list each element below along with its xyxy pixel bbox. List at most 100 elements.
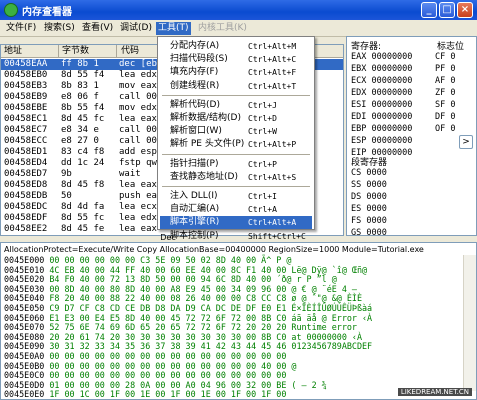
flag-value[interactable]: CF 0 <box>435 51 455 63</box>
flag-value[interactable]: PF 0 <box>435 63 455 75</box>
hex-scrollbar[interactable] <box>463 255 476 391</box>
disasm-code: fstp qw <box>119 158 157 168</box>
memory-viewer-window: 内存查看器 _ □ × 文件(F) 搜索(S) 查看(V) 调试(D) 工具(T… <box>0 0 477 400</box>
registers-pane: 寄存器: 标志位 EAX 00000000 EBX 00000000 ECX 000… <box>346 36 477 236</box>
hex-row[interactable]: 0045E0E0 1F 00 1C 00 1F 00 1E 00 1F 00 1… <box>4 389 286 400</box>
hex-address: 0045E060 <box>4 312 45 323</box>
register-value[interactable]: EBP 00000000 <box>351 123 412 135</box>
disasm-address: 00458EDB <box>4 191 48 201</box>
menu-item-shortcut: Ctrl+Alt+F <box>248 68 297 78</box>
tools-menu-item[interactable]: 分配内存(A) Ctrl+Alt+M <box>160 40 312 53</box>
tools-menu-item[interactable]: 指针扫描(P) Ctrl+P <box>160 158 312 171</box>
disasm-address: 00458EE2 <box>4 224 48 234</box>
hex-bytes: 00 00 00 00 00 00 C3 5E 09 50 02 8D 40 0… <box>49 255 257 265</box>
disasm-bytes: e8 27 0 <box>61 136 99 146</box>
disasm-address: 00458EAA <box>4 59 48 69</box>
menu-tools[interactable]: 工具(T) <box>156 22 191 35</box>
hex-address: 0045E0E0 <box>4 389 45 400</box>
expand-registers-button[interactable]: > <box>459 135 473 149</box>
disasm-address: 00458EBE <box>4 103 48 113</box>
minimize-button[interactable]: _ <box>421 2 437 18</box>
tools-menu-item[interactable]: 脚本控制(P) Shift+Ctrl+C <box>160 230 312 243</box>
column-address[interactable]: 地址 <box>1 45 59 57</box>
tools-menu-item[interactable]: 扫描代码段(S) Ctrl+Alt+C <box>160 53 312 66</box>
disasm-code: add esp <box>119 147 157 157</box>
memory-region-info: AllocationProtect=Execute/Write Copy All… <box>4 245 424 254</box>
disasm-code: lea eax <box>119 180 157 190</box>
hex-ascii: Ã^ P @ <box>261 255 292 265</box>
hex-bytes: 00 00 00 00 00 00 00 00 00 00 00 00 00 0… <box>49 351 287 361</box>
flag-value[interactable]: DF 0 <box>435 111 455 123</box>
menu-file[interactable]: 文件(F) <box>4 22 38 35</box>
tools-menu-item[interactable]: 填充内存(F) Ctrl+Alt+F <box>160 66 312 79</box>
tools-menu-item[interactable]: 查找静态地址(D) Ctrl+Alt+S <box>160 171 312 184</box>
flag-value[interactable]: OF 0 <box>435 123 455 135</box>
hex-address: 0045E0B0 <box>4 360 45 371</box>
disasm-code: mov eax <box>119 81 157 91</box>
register-value[interactable]: ESP 00000000 <box>351 135 412 147</box>
menu-item-shortcut: Ctrl+P <box>248 159 277 169</box>
disasm-code: dec [ebx <box>119 59 163 69</box>
menu-item-label: 扫描代码段(S) <box>170 54 228 65</box>
tools-menu-item[interactable]: 创建线程(R) Ctrl+Alt+T <box>160 80 312 93</box>
register-value[interactable]: ECX 00000000 <box>351 75 412 87</box>
column-bytes[interactable]: 字节数 <box>59 45 117 57</box>
register-value[interactable]: EBX 00000000 <box>351 63 412 75</box>
disasm-bytes: 9b <box>61 169 72 179</box>
disasm-address: 00458EDF <box>4 213 48 223</box>
hex-ascii: ( – 2 ¾ <box>291 379 327 390</box>
register-value[interactable]: EAX 00000000 <box>351 51 412 63</box>
title-bar[interactable]: 内存查看器 _ □ × <box>0 0 477 20</box>
disasm-code: mov edx <box>119 103 157 113</box>
menu-item-shortcut: Ctrl+W <box>248 127 277 137</box>
disasm-bytes: 8d 45 fc <box>61 114 105 124</box>
menu-debug[interactable]: 调试(D) <box>118 22 154 35</box>
segment-register-value[interactable]: FS 0000 <box>351 215 387 227</box>
disasm-bytes: 50 <box>61 191 72 201</box>
flag-value[interactable]: AF 0 <box>435 75 455 87</box>
menu-item-label: 分配内存(A) <box>170 41 220 51</box>
disasm-code: lea edx <box>119 213 157 223</box>
tools-menu-item[interactable]: 解析数据/结构(D) Ctrl+D <box>160 112 312 125</box>
close-button[interactable]: × <box>457 2 473 18</box>
tools-menu-item[interactable]: 解析 PE 头文件(P) Ctrl+Alt+P <box>160 138 312 151</box>
menu-search[interactable]: 搜索(S) <box>42 22 77 35</box>
tools-menu-item[interactable]: 注入 DLL(I) Ctrl+I <box>160 190 312 203</box>
watermark-logo: LIKEDREAM.NET.CN <box>397 388 472 396</box>
disasm-code: call 00 <box>119 125 157 135</box>
disasm-code: lea edx <box>119 70 157 80</box>
tools-menu-item[interactable]: 自动汇编(A) Ctrl+A <box>160 203 312 216</box>
app-icon <box>4 3 18 17</box>
hex-address: 0045E040 <box>4 293 45 304</box>
hex-ascii: @ <box>291 360 297 371</box>
flag-value[interactable]: ZF 0 <box>435 87 455 99</box>
tools-menu-item[interactable]: 解析窗口(W) Ctrl+W <box>160 125 312 138</box>
hex-ascii: ø @ ˆ"@ &@ ÈÌÈ <box>291 293 363 304</box>
menu-view[interactable]: 查看(V) <box>80 22 115 35</box>
segment-register-value[interactable]: GS 0000 <box>351 227 387 235</box>
hex-ascii: É×ÏÈÍÎÛØÚÙÊÜÞßàá <box>291 303 373 313</box>
flag-value[interactable]: SF 0 <box>435 99 455 111</box>
menu-item-label: 解析数据/结构(D) <box>170 113 241 123</box>
hex-view-pane[interactable]: AllocationProtect=Execute/Write Copy All… <box>0 242 477 400</box>
menu-item-shortcut: Ctrl+A <box>248 205 277 215</box>
disasm-bytes: 8d 55 f4 <box>61 70 105 80</box>
disasm-address: 00458EC1 <box>4 114 48 124</box>
segment-register-value[interactable]: ES 0000 <box>351 203 387 215</box>
register-value[interactable]: ESI 00000000 <box>351 99 412 111</box>
tools-menu-item[interactable]: 脚本引擎(R) Ctrl+Alt+A <box>160 216 312 230</box>
hex-bytes: 4C EB 40 00 44 FF 40 00 60 EE 40 00 8C F… <box>49 264 287 275</box>
segment-register-value[interactable]: SS 0000 <box>351 179 387 191</box>
tools-menu-item[interactable]: 解析代码(D) Ctrl+J <box>160 99 312 112</box>
register-value[interactable]: EDX 00000000 <box>351 87 412 99</box>
hex-bytes: C9 D7 CF C8 CD CE DB D8 DA D9 CA DC DE D… <box>49 303 287 313</box>
maximize-button[interactable]: □ <box>439 2 455 18</box>
menu-item-label: 解析 PE 头文件(P) <box>170 139 245 150</box>
segment-register-value[interactable]: CS 0000 <box>351 167 387 179</box>
disasm-address: 00458EDC <box>4 202 48 212</box>
menu-item-label: 指针扫描(P) <box>170 158 219 169</box>
menu-kernel-tools[interactable]: 内核工具(K) <box>196 22 249 35</box>
disasm-bytes: e8 34 e <box>61 125 99 135</box>
register-value[interactable]: EDI 00000000 <box>351 111 412 123</box>
segment-register-value[interactable]: DS 0000 <box>351 191 387 203</box>
